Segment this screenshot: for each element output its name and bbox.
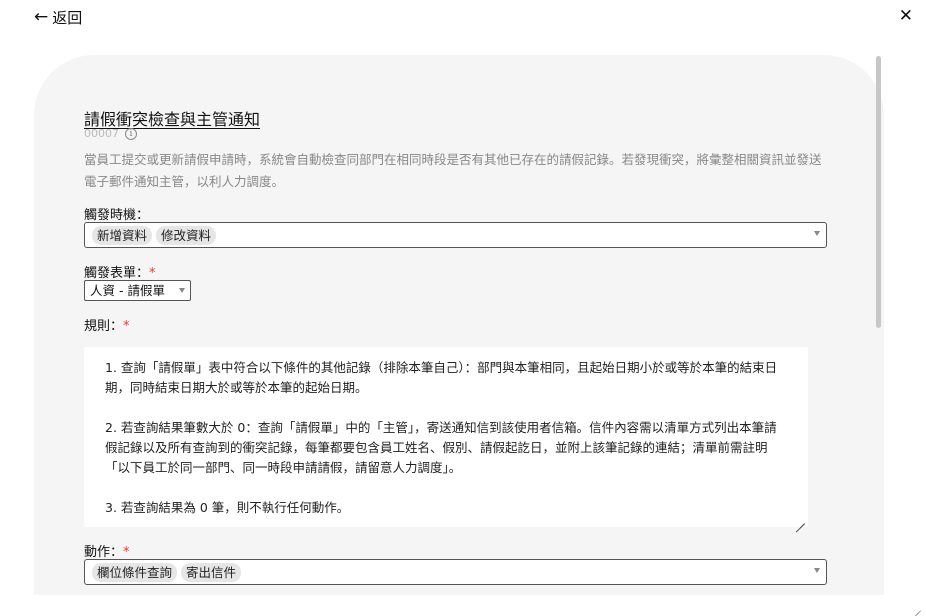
rule-paragraph: 2. 若查詢結果筆數大於 0：查詢「請假單」中的「主管」，寄送通知信到該使用者信… — [105, 420, 777, 475]
trigger-form-value: 人資 - 請假單 — [90, 283, 165, 298]
code-row: 00007 i — [84, 127, 137, 140]
back-label: 返回 — [52, 9, 83, 27]
required-mark: * — [149, 266, 156, 281]
scrollbar-thumb[interactable] — [876, 56, 881, 328]
info-icon[interactable]: i — [125, 127, 137, 140]
resize-handle-icon[interactable] — [796, 515, 805, 524]
close-icon[interactable]: ✕ — [899, 6, 913, 26]
description: 當員工提交或更新請假申請時，系統會自動檢查同部門在相同時段是否有其他已存在的請假… — [84, 152, 822, 189]
window-resize-icon[interactable] — [914, 610, 926, 616]
required-mark: * — [123, 545, 130, 560]
chip[interactable]: 新增資料 — [92, 225, 153, 245]
actions-label: 動作：* — [84, 545, 130, 560]
trigger-timing-select[interactable]: 新增資料 修改資料 — [84, 222, 827, 248]
form-panel: 請假衝突檢查與主管通知 00007 i 當員工提交或更新請假申請時，系統會自動檢… — [34, 55, 884, 595]
arrow-left-icon: ← — [34, 7, 49, 27]
chip[interactable]: 欄位條件查詢 — [92, 562, 178, 582]
trigger-timing-label: 觸發時機： — [84, 208, 150, 223]
chevron-down-icon[interactable] — [814, 231, 820, 236]
rule-paragraph: 3. 若查詢結果為 0 筆，則不執行任何動作。 — [105, 500, 350, 515]
record-code: 00007 — [84, 127, 119, 140]
chip[interactable]: 寄出信件 — [181, 562, 242, 582]
rules-label: 規則：* — [84, 319, 130, 334]
chip[interactable]: 修改資料 — [156, 225, 217, 245]
required-mark: * — [123, 319, 130, 334]
rule-paragraph: 1. 查詢「請假單」表中符合以下條件的其他記錄（排除本筆自己）：部門與本筆相同，… — [105, 360, 778, 395]
chevron-down-icon[interactable] — [179, 288, 185, 293]
back-button[interactable]: ← 返回 — [34, 7, 82, 28]
chevron-down-icon[interactable] — [814, 568, 820, 573]
trigger-form-select[interactable]: 人資 - 請假單 — [84, 280, 191, 301]
top-bar: ← 返回 ✕ — [0, 0, 926, 36]
trigger-form-label: 觸發表單：* — [84, 266, 156, 281]
rules-textarea[interactable]: 1. 查詢「請假單」表中符合以下條件的其他記錄（排除本筆自己）：部門與本筆相同，… — [84, 347, 808, 527]
actions-select[interactable]: 欄位條件查詢 寄出信件 — [84, 559, 827, 585]
